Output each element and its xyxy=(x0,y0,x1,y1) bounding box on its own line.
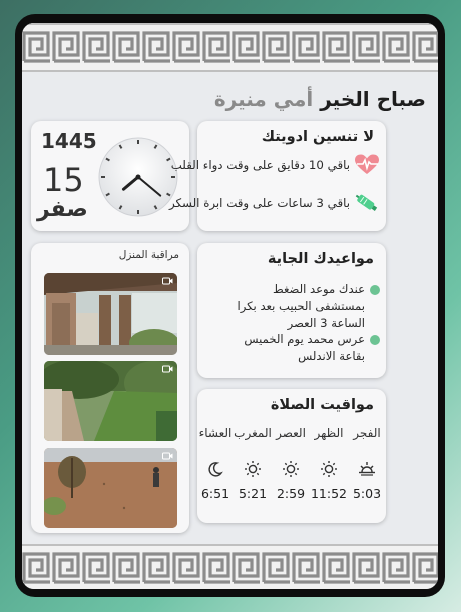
analog-clock-icon xyxy=(98,137,178,217)
sun-icon xyxy=(245,461,261,477)
sunrise-icon xyxy=(359,462,375,476)
insulin-pen-icon xyxy=(355,194,378,211)
appointment-dot-icon xyxy=(370,285,380,295)
prayer-name: الظهر xyxy=(314,426,344,440)
prayer-name: الفجر xyxy=(353,426,381,440)
dashboard-screen: صباح الخير أمي منيرة 1445 15 صفر لا تنسي… xyxy=(22,23,438,589)
greek-key-border-top xyxy=(22,23,438,72)
camera-feed-driveway[interactable] xyxy=(44,448,177,528)
prayer-title: مواقيت الصلاة xyxy=(270,397,374,413)
appointment-dot-icon xyxy=(370,335,380,345)
greeting-name: أمي منيرة xyxy=(213,87,314,111)
sun-icon xyxy=(283,461,299,477)
date-clock-card: 1445 15 صفر xyxy=(31,121,189,231)
prayer-isha: العشاء 6:51 xyxy=(196,426,234,501)
backyard-image xyxy=(44,361,177,441)
heart-pulse-icon xyxy=(355,154,379,174)
med-reminder-text: باقي 10 دقايق على وقت دواء القلب xyxy=(170,158,350,172)
appointment-text: عرس محمد يوم الخميس بقاعة الاندلس xyxy=(244,332,365,363)
camera-feed-backyard[interactable] xyxy=(44,361,177,441)
hijri-month: صفر xyxy=(37,197,88,222)
prayer-name: العشاء xyxy=(198,426,232,440)
greek-key-border-bottom xyxy=(22,544,438,589)
prayer-time: 11:52 xyxy=(310,486,348,501)
driveway-image xyxy=(44,448,177,528)
prayer-name: المغرب xyxy=(234,426,272,440)
prayer-times-card: مواقيت الصلاة الفجر 5:03 الظهر 11:52 الع… xyxy=(197,389,386,523)
med-reminder-heart[interactable]: باقي 10 دقايق على وقت دواء القلب xyxy=(171,153,380,177)
med-reminder-insulin[interactable]: باقي 3 ساعات على وقت ابرة السكر xyxy=(169,191,380,215)
front-porch-image xyxy=(44,273,177,355)
prayer-time: 2:59 xyxy=(276,486,306,501)
prayer-fajr: الفجر 5:03 xyxy=(348,426,386,501)
greek-key-pattern xyxy=(22,29,438,65)
hijri-day: 15 xyxy=(43,161,84,199)
camera-icon xyxy=(162,452,173,460)
prayer-name: العصر xyxy=(276,426,306,440)
appointment-item[interactable]: عرس محمد يوم الخميس بقاعة الاندلس xyxy=(225,331,380,365)
home-monitoring-card: مراقبة المنزل xyxy=(31,243,189,533)
prayer-time: 5:03 xyxy=(352,486,382,501)
appointment-text: عندك موعد الضغط بمستشفى الحبيب بعد بكرا … xyxy=(237,282,365,330)
camera-feed-front-porch[interactable] xyxy=(44,273,177,355)
prayer-asr: العصر 2:59 xyxy=(272,426,310,501)
cameras-title: مراقبة المنزل xyxy=(118,249,179,261)
camera-icon xyxy=(162,365,173,373)
prayer-dhuhr: الظهر 11:52 xyxy=(310,426,348,501)
meds-title: لا تنسين ادويتك xyxy=(261,129,374,145)
greeting-text: صباح الخير xyxy=(320,87,426,111)
greeting-title: صباح الخير أمي منيرة xyxy=(214,87,426,111)
appointment-item[interactable]: عندك موعد الضغط بمستشفى الحبيب بعد بكرا … xyxy=(225,281,380,332)
greek-key-pattern xyxy=(22,550,438,586)
prayer-time: 6:51 xyxy=(200,486,230,501)
moon-icon xyxy=(208,462,223,477)
med-reminder-text: باقي 3 ساعات على وقت ابرة السكر xyxy=(169,196,350,210)
appointments-title: مواعيدك الجاية xyxy=(267,251,374,267)
hijri-year: 1445 xyxy=(41,129,97,153)
appointments-card: مواعيدك الجاية عندك موعد الضغط بمستشفى ا… xyxy=(197,243,386,378)
prayer-maghrib: المغرب 5:21 xyxy=(234,426,272,501)
sun-icon xyxy=(321,461,337,477)
prayer-time: 5:21 xyxy=(238,486,268,501)
camera-icon xyxy=(162,277,173,285)
medication-reminders-card: لا تنسين ادويتك باقي 10 دقايق على وقت دو… xyxy=(169,121,386,231)
